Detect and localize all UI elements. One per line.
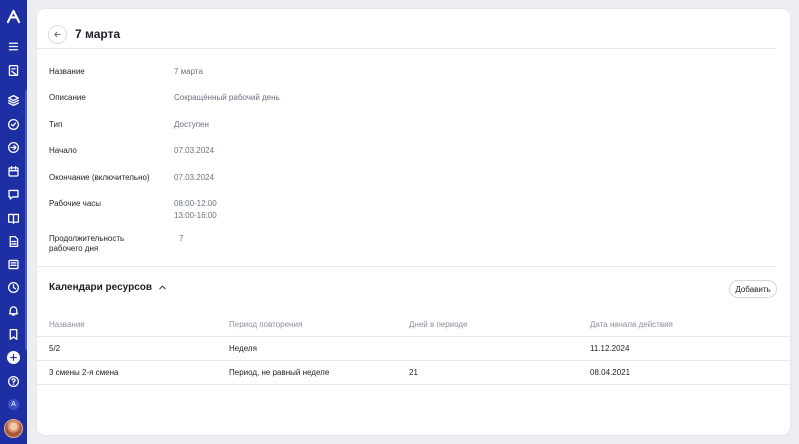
property-label: Окончание (включительно) (49, 173, 150, 182)
avatar[interactable] (4, 419, 23, 438)
property-label: Начало (49, 146, 77, 155)
clock-icon[interactable] (6, 280, 21, 295)
column-header[interactable]: Период повторения (229, 313, 302, 336)
bell-icon[interactable] (6, 303, 21, 318)
cell-days: 21 (409, 368, 418, 377)
column-header[interactable]: Дней в периоде (409, 313, 468, 336)
property-label-second: рабочего дня (49, 244, 99, 253)
section-divider (37, 266, 776, 267)
column-header[interactable]: Дата начала действия (590, 313, 673, 336)
check-circle-icon[interactable] (6, 117, 21, 132)
property-value: 7 (179, 234, 184, 243)
property-label: Тип (49, 120, 63, 129)
property-value: 07.03.2024 (174, 146, 215, 155)
arrow-left-icon (54, 31, 61, 37)
logo-icon[interactable] (6, 9, 21, 24)
row-divider (37, 384, 790, 385)
detail-card: 7 марта Название 7 марта Описание Сокращ… (37, 9, 790, 435)
property-value: Доступен (174, 120, 209, 129)
book-icon[interactable] (6, 211, 21, 226)
document-icon[interactable] (6, 234, 21, 249)
header-divider (37, 48, 776, 49)
calendar-icon[interactable] (6, 164, 21, 179)
column-header[interactable]: Название (49, 313, 85, 336)
bookmark-icon[interactable] (6, 327, 21, 342)
news-icon[interactable] (6, 257, 21, 272)
resources-section-toggle[interactable]: Календари ресурсов (49, 282, 167, 293)
property-label: Описание (49, 93, 86, 102)
arrow-circle-icon[interactable] (6, 140, 21, 155)
property-value: 08:00-12:00 (174, 199, 217, 208)
chevron-up-icon (159, 285, 166, 290)
property-value: 7 марта (174, 67, 203, 76)
page-title: 7 марта (75, 27, 121, 41)
cell-start-date: 11.12.2024 (590, 344, 630, 353)
layers-icon[interactable] (6, 93, 21, 108)
cell-name: 5/2 (49, 344, 61, 353)
workspace-badge[interactable]: A (8, 399, 19, 410)
sidebar-rail: A (0, 0, 27, 444)
add-button[interactable]: Добавить (729, 280, 777, 298)
cell-period: Период, не равный неделе (229, 368, 330, 377)
help-icon[interactable] (6, 374, 21, 389)
table-header: Название Период повторения Дней в период… (37, 313, 790, 336)
cell-name: 3 смены 2-я смена (49, 368, 119, 377)
back-button[interactable] (48, 24, 67, 44)
cell-start-date: 08.04.2021 (590, 368, 631, 377)
property-label: Название (49, 67, 85, 76)
property-value: Сокращённый рабочий день (174, 93, 280, 102)
page-header: 7 марта (48, 19, 120, 49)
table-row[interactable]: 3 смены 2-я смена Период, не равный неде… (37, 361, 790, 384)
property-value: 07.03.2024 (174, 173, 215, 182)
menu-icon[interactable] (6, 39, 21, 54)
cell-period: Неделя (229, 344, 257, 353)
plus-icon (10, 354, 17, 361)
rail-scrollbar[interactable] (25, 90, 27, 350)
section-title: Календари ресурсов (49, 282, 153, 293)
chat-icon[interactable] (6, 187, 21, 202)
create-button[interactable] (7, 351, 20, 364)
property-label: Рабочие часы (49, 199, 102, 208)
table-row[interactable]: 5/2 Неделя 11.12.2024 (37, 337, 790, 360)
property-value-second: 13:00-16:00 (174, 211, 217, 220)
report-icon[interactable] (6, 63, 21, 78)
